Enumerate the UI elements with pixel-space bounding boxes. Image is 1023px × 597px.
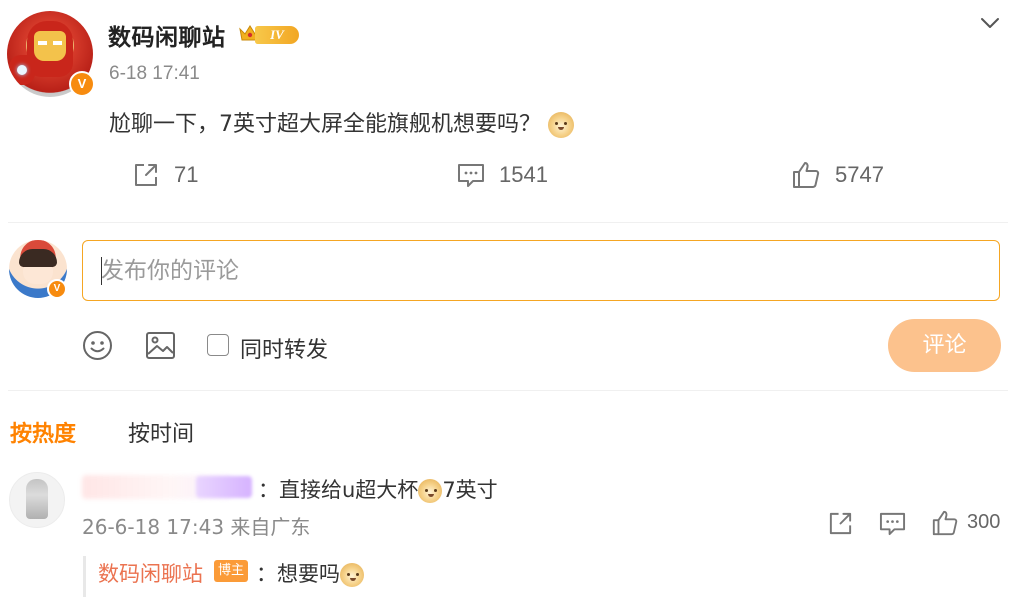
- like-count: 5747: [835, 162, 884, 187]
- post-content: 尬聊一下，7英寸超大屏全能旗舰机想要吗？: [109, 106, 574, 138]
- level-badge-text: IV: [255, 26, 299, 44]
- comment-icon[interactable]: [879, 510, 906, 537]
- comment-button[interactable]: 1541: [457, 160, 548, 190]
- blogger-badge: 博主: [214, 560, 249, 582]
- level-badge[interactable]: IV: [239, 22, 303, 46]
- post-author-name[interactable]: 数码闲聊站: [108, 18, 226, 52]
- image-icon[interactable]: [145, 330, 176, 361]
- doge-emoji-icon: [548, 112, 574, 138]
- commenter-avatar[interactable]: [9, 472, 65, 528]
- post-content-text: 尬聊一下，7英寸超大屏全能旗舰机想要吗？: [109, 112, 541, 137]
- share-icon[interactable]: [827, 510, 854, 537]
- comment-content: ：直接给u超大杯 7英寸: [258, 474, 498, 504]
- comment-count: 1541: [499, 162, 548, 187]
- divider: [8, 390, 1008, 391]
- thumbs-up-icon: [793, 162, 820, 188]
- comment-text: ：直接给u超大杯: [258, 478, 419, 502]
- submit-comment-button[interactable]: 评论: [888, 319, 1001, 372]
- doge-emoji-icon: [340, 563, 364, 587]
- divider: [8, 222, 1008, 223]
- chevron-down-icon[interactable]: [979, 12, 1001, 34]
- like-button[interactable]: 5747: [791, 160, 884, 190]
- post-timestamp[interactable]: 6-18 17:41: [109, 63, 200, 85]
- doge-emoji-icon: [418, 479, 443, 503]
- reply-text: ：想要吗: [256, 562, 340, 586]
- comment-text-tail: 7英寸: [442, 478, 498, 502]
- comment-meta: 26-6-18 17:43 来自广东: [82, 515, 311, 539]
- verified-badge: V: [47, 279, 67, 299]
- reply-author-name[interactable]: 数码闲聊站: [98, 558, 203, 588]
- reply-thread-bar: [83, 556, 86, 597]
- commenter-badge-obscured: [196, 476, 252, 498]
- verified-badge: V: [69, 71, 95, 97]
- repost-checkbox[interactable]: [207, 334, 229, 356]
- repost-button[interactable]: 71: [132, 160, 198, 190]
- comment-icon: [458, 164, 484, 187]
- thumbs-up-icon[interactable]: [931, 509, 959, 537]
- avatar-hand: [9, 55, 35, 85]
- comment-like-count: 300: [967, 511, 1001, 533]
- reply-content: ：想要吗: [256, 558, 364, 588]
- comment-input[interactable]: [82, 240, 1000, 301]
- repost-count: 71: [174, 162, 199, 187]
- repost-checkbox-label[interactable]: 同时转发: [240, 332, 328, 364]
- avatar-faceplate: [34, 31, 66, 61]
- sort-by-hot-tab[interactable]: 按热度: [10, 416, 76, 448]
- smiley-icon[interactable]: [82, 330, 113, 361]
- sort-by-time-tab[interactable]: 按时间: [128, 416, 194, 448]
- share-icon: [135, 164, 157, 186]
- text-caret: [101, 257, 102, 285]
